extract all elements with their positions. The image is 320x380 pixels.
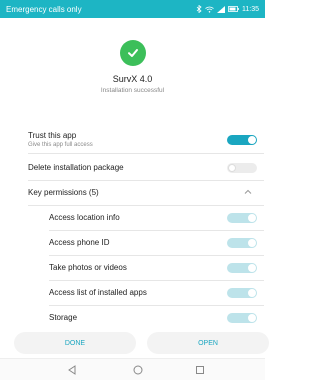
divider — [28, 205, 264, 206]
install-status: Installation successful — [100, 87, 165, 94]
permission-toggle[interactable] — [227, 263, 257, 273]
done-button[interactable]: DONE — [14, 332, 136, 354]
permission-label: Access phone ID — [49, 238, 110, 247]
divider — [49, 305, 264, 306]
status-bar: Emergency calls only 11:35 — [0, 0, 265, 18]
status-icons: 11:35 — [196, 5, 259, 13]
divider — [49, 255, 264, 256]
permission-item[interactable]: Access list of installed apps — [0, 282, 265, 302]
divider — [28, 153, 264, 154]
install-result-header: SurvX 4.0 Installation successful — [0, 40, 265, 94]
permission-label: Access location info — [49, 213, 120, 222]
permission-item[interactable]: Access location info — [0, 207, 265, 227]
trust-app-row[interactable]: Trust this app Give this app full access — [0, 128, 265, 150]
permission-label: Take photos or videos — [49, 263, 127, 272]
divider — [49, 280, 264, 281]
key-permissions-label: Key permissions (5) — [28, 188, 99, 197]
signal-icon — [217, 5, 225, 13]
home-circle-icon[interactable] — [133, 365, 143, 375]
battery-icon — [228, 6, 239, 12]
bluetooth-icon — [196, 5, 202, 13]
divider — [28, 180, 264, 181]
navigation-bar — [0, 358, 265, 380]
status-clock: 11:35 — [242, 5, 259, 13]
divider — [49, 230, 264, 231]
chevron-up-icon[interactable] — [243, 187, 253, 197]
delete-package-toggle[interactable] — [227, 163, 257, 173]
permission-toggle[interactable] — [227, 288, 257, 298]
permission-item[interactable]: Access phone ID — [0, 232, 265, 252]
permission-toggle[interactable] — [227, 313, 257, 323]
permission-label: Storage — [49, 313, 78, 322]
permission-toggle[interactable] — [227, 238, 257, 248]
app-name: SurvX 4.0 — [112, 74, 153, 84]
open-button[interactable]: OPEN — [147, 332, 269, 354]
permission-toggle[interactable] — [227, 213, 257, 223]
action-buttons: DONE OPEN — [0, 332, 269, 354]
trust-app-toggle[interactable] — [227, 135, 257, 145]
wifi-icon — [205, 6, 214, 13]
permission-label: Access list of installed apps — [49, 288, 147, 297]
back-triangle-icon[interactable] — [67, 365, 77, 375]
status-carrier-text: Emergency calls only — [6, 4, 82, 14]
delete-package-label: Delete installation package — [28, 163, 124, 172]
permission-item[interactable]: Storage — [0, 307, 265, 327]
recents-square-icon[interactable] — [195, 365, 205, 375]
permission-item[interactable]: Take photos or videos — [0, 257, 265, 277]
trust-app-label: Trust this app — [28, 131, 77, 140]
trust-app-sublabel: Give this app full access — [28, 142, 93, 148]
delete-package-row[interactable]: Delete installation package — [0, 157, 265, 177]
check-icon — [119, 40, 146, 66]
key-permissions-row[interactable]: Key permissions (5) — [0, 182, 265, 202]
